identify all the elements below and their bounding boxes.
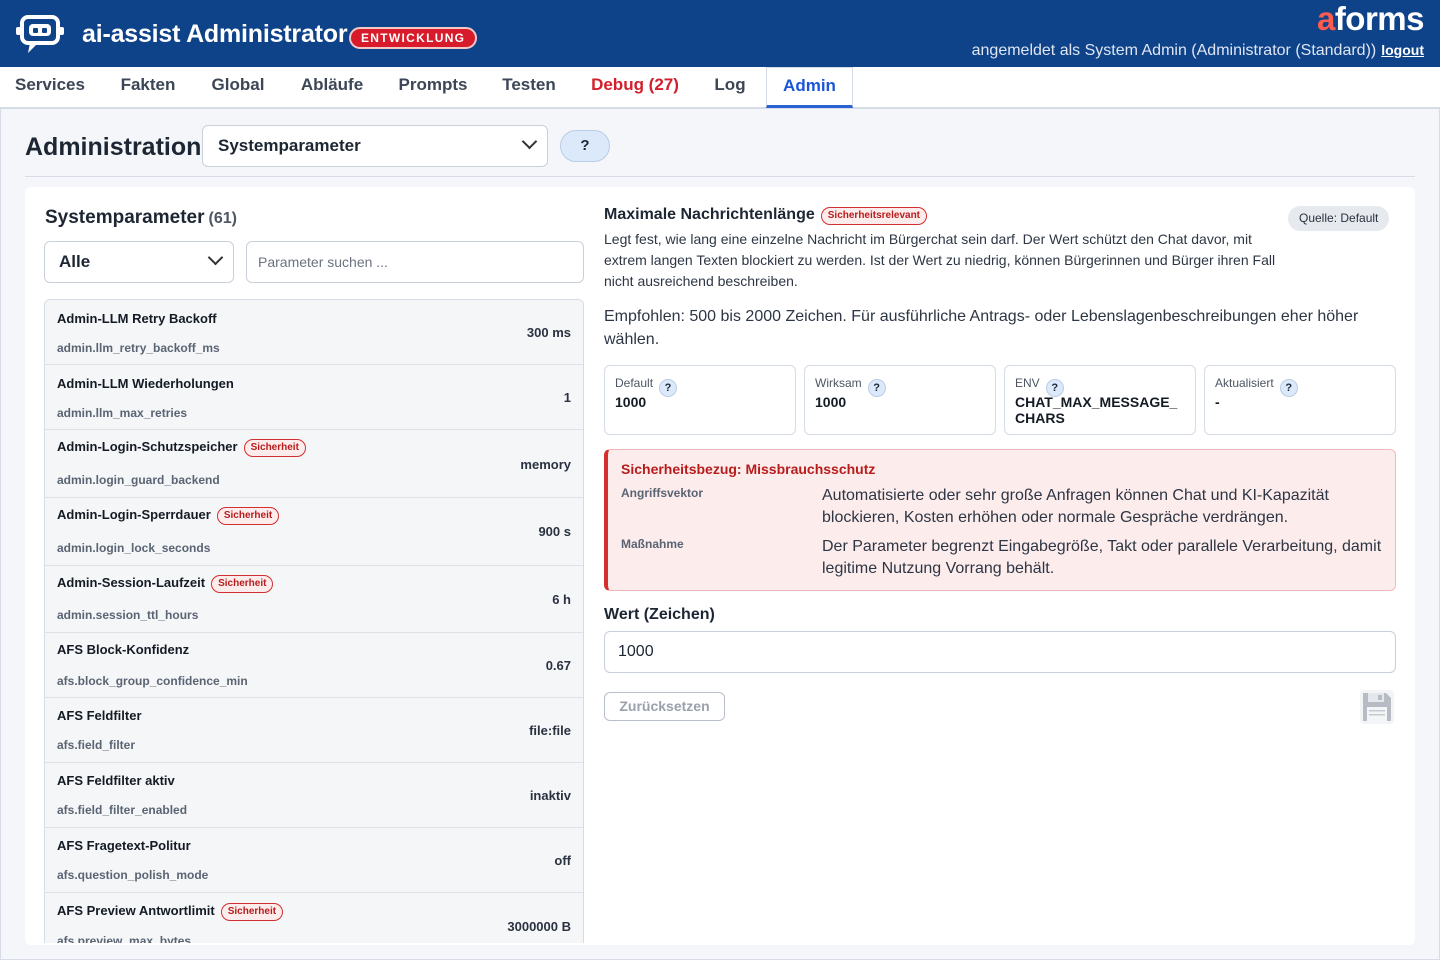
param-key: afs.field_filter_enabled	[57, 803, 188, 817]
info-box-wirksam: Wirksam? 1000	[804, 365, 996, 435]
tab-testen[interactable]: Testen	[486, 67, 572, 108]
list-item[interactable]: Admin-Login-Schutzspeicher Sicherheit mem…	[45, 430, 583, 498]
info-box-aktualisiert: Aktualisiert? -	[1204, 365, 1396, 435]
param-name: Admin-LLM Retry Backoff	[57, 311, 217, 326]
info-value: CHAT_MAX_MESSAGE_CHARS	[1015, 394, 1178, 426]
tab-fakten[interactable]: Fakten	[104, 67, 192, 108]
security-relevant-badge: Sicherheitsrelevant	[820, 207, 928, 225]
list-item[interactable]: AFS Block-Konfidenz 0.67 afs.block_group…	[45, 633, 583, 698]
parameter-list[interactable]: Admin-LLM Retry Backoff 300 ms admin.llm…	[44, 299, 584, 943]
info-box-env: ENV? CHAT_MAX_MESSAGE_CHARS	[1004, 365, 1196, 435]
list-item[interactable]: Admin-Login-Sperrdauer Sicherheit 900 s a…	[45, 498, 583, 566]
param-name: Admin-Session-Laufzeit Sicherheit	[57, 575, 274, 593]
tab-services[interactable]: Services	[0, 67, 100, 108]
list-item[interactable]: Admin-LLM Wiederholungen 1 admin.llm_max…	[45, 365, 583, 430]
param-name: Admin-Login-Schutzspeicher Sicherheit	[57, 439, 306, 457]
measure-label: Maßnahme	[621, 537, 684, 551]
param-value: inaktiv	[529, 788, 571, 803]
chevron-down-icon	[521, 133, 538, 150]
list-count: (61)	[208, 210, 237, 227]
param-key: admin.llm_retry_backoff_ms	[57, 341, 220, 355]
security-badge: Sicherheit	[211, 575, 274, 593]
value-input[interactable]	[604, 631, 1396, 673]
environment-badge: ENTWICKLUNG	[349, 27, 478, 49]
param-key: afs.block_group_confidence_min	[57, 674, 248, 688]
info-box-default: Default? 1000	[604, 365, 796, 435]
attack-vector-text: Automatisierte oder sehr große Anfragen …	[822, 487, 1329, 526]
security-badge: Sicherheit	[216, 507, 280, 525]
value-label: Wert (Zeichen)	[604, 606, 715, 623]
parameter-search-input[interactable]	[246, 241, 584, 283]
list-item[interactable]: AFS Preview Antwortlimit Sicherheit 30000…	[45, 893, 583, 943]
param-key: admin.login_guard_backend	[57, 473, 220, 487]
tab-admin[interactable]: Admin	[766, 67, 853, 108]
param-key: afs.field_filter	[57, 738, 136, 752]
list-item[interactable]: AFS Feldfilter file:file afs.field_filte…	[45, 698, 583, 763]
info-value: -	[1215, 394, 1220, 410]
attack-vector-label: Angriffsvektor	[621, 486, 704, 500]
section-select[interactable]: Systemparameter	[202, 125, 548, 167]
page-title: Administration	[25, 133, 202, 161]
source-pill: Quelle: Default	[1288, 206, 1390, 231]
list-title: Systemparameter (61)	[45, 207, 237, 228]
param-value: 3000000 B	[507, 919, 571, 934]
param-name: Admin-LLM Wiederholungen	[57, 376, 234, 391]
user-info: angemeldet als System Admin (Administrat…	[971, 42, 1424, 59]
detail-recommendation: Empfohlen: 500 bis 2000 Zeichen. Für aus…	[604, 308, 1359, 348]
security-badge: Sicherheit	[243, 439, 306, 457]
category-filter-select[interactable]: Alle	[44, 241, 234, 283]
detail-description: Legt fest, wie lang eine einzelne Nachri…	[604, 231, 1276, 289]
param-name: AFS Feldfilter aktiv	[57, 773, 175, 788]
param-key: admin.login_lock_seconds	[57, 541, 211, 555]
app-header: ai-assist Administrator ENTWICKLUNG afor…	[0, 0, 1440, 67]
param-name: Admin-Login-Sperrdauer Sicherheit	[57, 507, 280, 525]
param-name: AFS Preview Antwortlimit Sicherheit	[57, 903, 284, 921]
divider	[25, 176, 1415, 177]
param-name: AFS Fragetext-Politur	[57, 838, 191, 853]
list-item[interactable]: Admin-LLM Retry Backoff 300 ms admin.llm…	[45, 300, 583, 365]
param-value: 900 s	[538, 524, 571, 539]
reset-button[interactable]: Zurücksetzen	[604, 692, 725, 721]
param-value: 0.67	[545, 658, 571, 673]
list-item[interactable]: AFS Feldfilter aktiv inaktiv afs.field_f…	[45, 763, 583, 828]
security-panel: Sicherheitsbezug: Missbrauchsschutz Angr…	[604, 449, 1396, 591]
param-name: AFS Block-Konfidenz	[57, 642, 190, 657]
list-item[interactable]: AFS Fragetext-Politur off afs.question_p…	[45, 828, 583, 893]
tab-debug[interactable]: Debug (27)	[576, 67, 694, 108]
floppy-disk-icon[interactable]	[1360, 690, 1394, 724]
param-value: 300 ms	[526, 325, 571, 340]
main-nav: Services Fakten Global Abläufe Prompts T…	[0, 67, 1440, 108]
measure-text: Der Parameter begrenzt Eingabegröße, Tak…	[822, 538, 1382, 577]
param-value: file:file	[529, 723, 571, 738]
param-value: memory	[520, 457, 571, 472]
security-title: Sicherheitsbezug: Missbrauchsschutz	[621, 461, 876, 477]
chevron-down-icon	[207, 249, 224, 266]
tab-global[interactable]: Global	[196, 67, 280, 108]
param-name: AFS Feldfilter	[57, 708, 142, 723]
param-value: off	[554, 853, 571, 868]
security-badge: Sicherheit	[220, 903, 284, 921]
brand-logo: aforms	[1316, 0, 1425, 37]
list-item[interactable]: Admin-Session-Laufzeit Sicherheit 6 h adm…	[45, 566, 583, 633]
param-key: admin.session_ttl_hours	[57, 608, 199, 622]
param-key: admin.llm_max_retries	[57, 406, 188, 420]
param-value: 1	[563, 390, 571, 405]
tab-prompts[interactable]: Prompts	[384, 67, 482, 108]
tab-log[interactable]: Log	[698, 67, 762, 108]
tab-ablaeufe[interactable]: Abläufe	[284, 67, 380, 108]
param-key: afs.preview_max_bytes	[57, 934, 192, 943]
info-value: 1000	[815, 394, 847, 410]
info-value: 1000	[615, 394, 647, 410]
param-key: afs.question_polish_mode	[57, 868, 209, 882]
help-button[interactable]: ?	[560, 130, 610, 162]
logout-link[interactable]: logout	[1381, 42, 1424, 58]
param-value: 6 h	[552, 592, 571, 607]
detail-title: Maximale Nachrichtenlänge Sicherheitsrele…	[604, 206, 928, 225]
app-title: ai-assist Administrator	[82, 20, 348, 48]
robot-chat-icon	[16, 15, 64, 55]
